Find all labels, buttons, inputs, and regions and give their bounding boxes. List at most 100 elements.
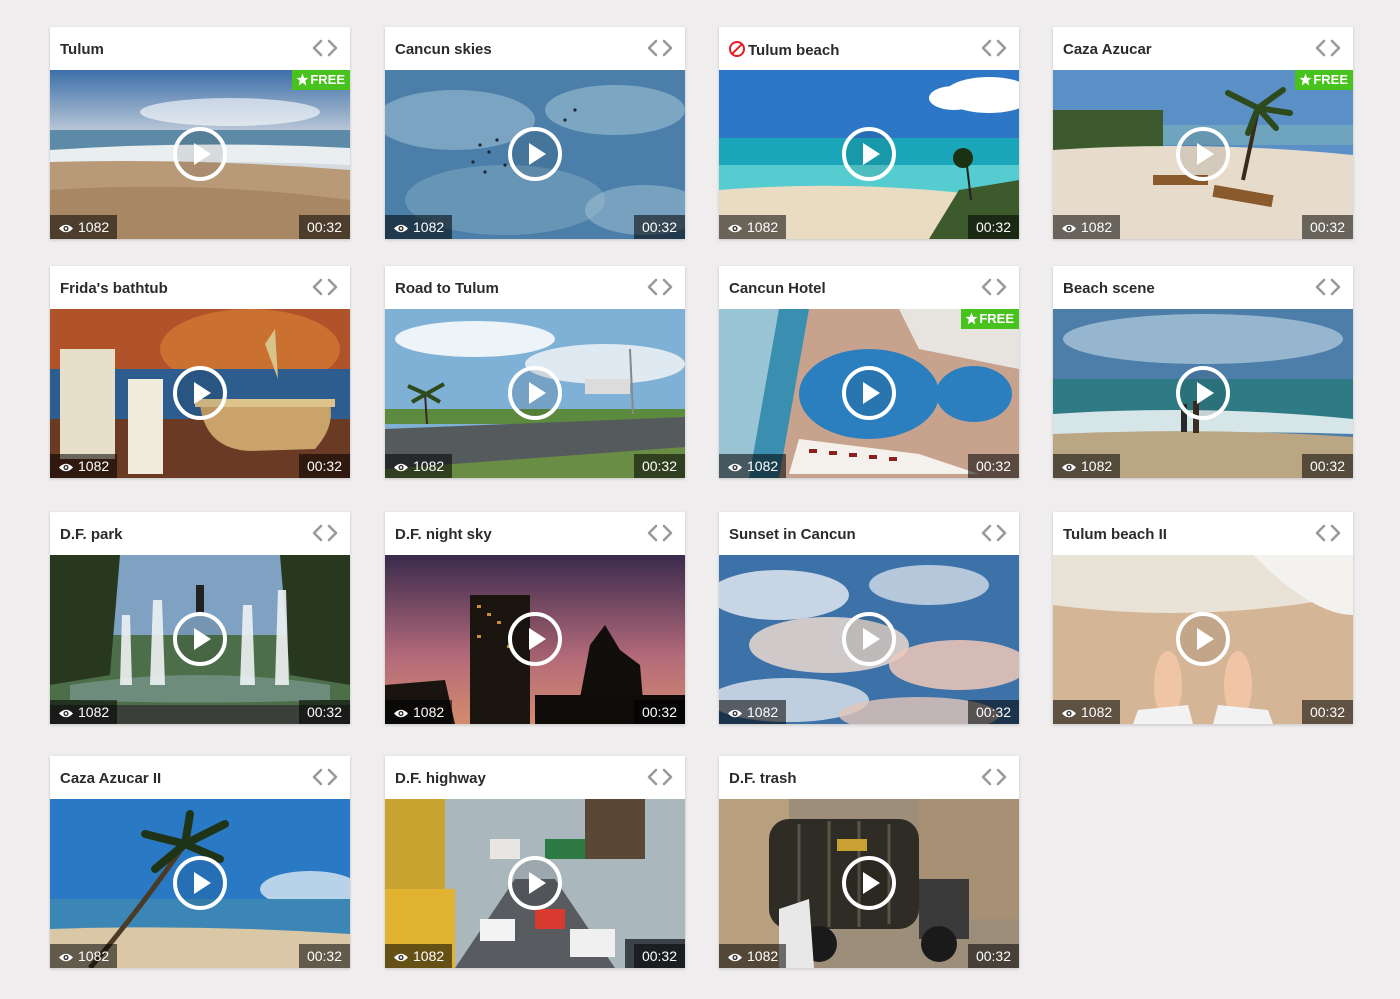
embed-code-button[interactable]	[1313, 275, 1343, 299]
embed-code-button[interactable]	[1313, 36, 1343, 60]
video-title-text: D.F. highway	[395, 770, 486, 787]
video-thumbnail[interactable]: 1082 00:32	[719, 555, 1019, 724]
code-icon	[310, 36, 340, 60]
video-title[interactable]: Tulum beach II	[1063, 526, 1167, 543]
play-button[interactable]	[841, 126, 897, 182]
video-title[interactable]: D.F. trash	[729, 770, 797, 787]
video-thumbnail[interactable]: FREE 1082 00:32	[1053, 70, 1353, 239]
embed-code-button[interactable]	[979, 275, 1009, 299]
play-button[interactable]	[507, 126, 563, 182]
eye-icon	[727, 217, 743, 239]
video-card[interactable]: Frida's bathtub 1082 00:32	[50, 266, 350, 478]
embed-code-button[interactable]	[310, 275, 340, 299]
play-button[interactable]	[841, 611, 897, 667]
video-card[interactable]: Cancun Hotel FREE 1082 00:32	[719, 266, 1019, 478]
video-thumbnail[interactable]: 1082 00:32	[719, 70, 1019, 239]
view-count: 1082	[385, 454, 453, 478]
code-icon	[979, 275, 1009, 299]
code-icon	[979, 765, 1009, 789]
free-label: FREE	[979, 311, 1014, 326]
play-button[interactable]	[507, 365, 563, 421]
video-title[interactable]: Beach scene	[1063, 280, 1155, 297]
video-thumbnail[interactable]: 1082 00:32	[385, 799, 685, 968]
view-count-value: 1082	[747, 219, 779, 235]
view-count: 1082	[50, 454, 118, 478]
video-title[interactable]: Frida's bathtub	[60, 280, 168, 297]
play-button[interactable]	[172, 365, 228, 421]
play-button[interactable]	[841, 855, 897, 911]
video-title[interactable]: Tulum beach	[729, 41, 839, 59]
video-card[interactable]: Tulum beach II 1082 00:32	[1053, 512, 1353, 724]
play-icon	[841, 612, 897, 671]
video-thumbnail[interactable]: 1082 00:32	[385, 309, 685, 478]
video-thumbnail[interactable]: 1082 00:32	[385, 555, 685, 724]
video-card[interactable]: Cancun skies 1082 00:32	[385, 27, 685, 239]
video-card[interactable]: Sunset in Cancun 1082 00:32	[719, 512, 1019, 724]
embed-code-button[interactable]	[310, 36, 340, 60]
view-count: 1082	[1053, 215, 1121, 239]
view-count-value: 1082	[1081, 704, 1113, 720]
video-title[interactable]: Tulum	[60, 41, 104, 58]
play-button[interactable]	[172, 855, 228, 911]
card-header: Sunset in Cancun	[719, 512, 1019, 555]
video-card[interactable]: Road to Tulum 1082 00:32	[385, 266, 685, 478]
card-header: Caza Azucar	[1053, 27, 1353, 70]
play-button[interactable]	[841, 365, 897, 421]
video-card[interactable]: D.F. highway 1082 00:32	[385, 756, 685, 968]
free-label: FREE	[310, 72, 345, 87]
embed-code-button[interactable]	[979, 36, 1009, 60]
video-title-text: Road to Tulum	[395, 280, 499, 297]
embed-code-button[interactable]	[979, 765, 1009, 789]
embed-code-button[interactable]	[979, 521, 1009, 545]
video-title[interactable]: D.F. highway	[395, 770, 486, 787]
video-title[interactable]: Cancun Hotel	[729, 280, 826, 297]
video-title[interactable]: D.F. park	[60, 526, 123, 543]
video-card[interactable]: Tulum FREE 1082 00:32	[50, 27, 350, 239]
video-duration: 00:32	[633, 454, 685, 478]
video-title[interactable]: Road to Tulum	[395, 280, 499, 297]
play-button[interactable]	[507, 611, 563, 667]
video-title[interactable]: Caza Azucar II	[60, 770, 161, 787]
view-count-value: 1082	[413, 458, 445, 474]
play-button[interactable]	[1175, 365, 1231, 421]
video-title-text: Sunset in Cancun	[729, 526, 856, 543]
video-card[interactable]: D.F. night sky 1082 00:32	[385, 512, 685, 724]
video-thumbnail[interactable]: 1082 00:32	[50, 555, 350, 724]
card-header: Frida's bathtub	[50, 266, 350, 309]
video-title-text: Tulum	[60, 41, 104, 58]
play-button[interactable]	[172, 611, 228, 667]
video-thumbnail[interactable]: 1082 00:32	[50, 799, 350, 968]
embed-code-button[interactable]	[310, 521, 340, 545]
video-thumbnail[interactable]: 1082 00:32	[385, 70, 685, 239]
code-icon	[1313, 36, 1343, 60]
embed-code-button[interactable]	[645, 36, 675, 60]
video-thumbnail[interactable]: FREE 1082 00:32	[50, 70, 350, 239]
video-thumbnail[interactable]: 1082 00:32	[50, 309, 350, 478]
video-thumbnail[interactable]: 1082 00:32	[1053, 309, 1353, 478]
video-card[interactable]: D.F. park 1082 00:32	[50, 512, 350, 724]
play-button[interactable]	[172, 126, 228, 182]
video-card[interactable]: Tulum beach 1082 00:32	[719, 27, 1019, 239]
video-title-text: Cancun skies	[395, 41, 492, 58]
embed-code-button[interactable]	[645, 765, 675, 789]
play-button[interactable]	[507, 855, 563, 911]
video-title[interactable]: D.F. night sky	[395, 526, 492, 543]
eye-icon	[393, 456, 409, 478]
play-button[interactable]	[1175, 126, 1231, 182]
video-thumbnail[interactable]: 1082 00:32	[1053, 555, 1353, 724]
video-title[interactable]: Cancun skies	[395, 41, 492, 58]
embed-code-button[interactable]	[645, 521, 675, 545]
video-card[interactable]: Caza Azucar FREE 1082 00:32	[1053, 27, 1353, 239]
video-thumbnail[interactable]: 1082 00:32	[719, 799, 1019, 968]
embed-code-button[interactable]	[310, 765, 340, 789]
video-title[interactable]: Caza Azucar	[1063, 41, 1152, 58]
video-card[interactable]: Caza Azucar II 1082 00:32	[50, 756, 350, 968]
embed-code-button[interactable]	[645, 275, 675, 299]
embed-code-button[interactable]	[1313, 521, 1343, 545]
card-header: Tulum	[50, 27, 350, 70]
video-card[interactable]: D.F. trash 1082 00:32	[719, 756, 1019, 968]
video-card[interactable]: Beach scene 1082 00:32	[1053, 266, 1353, 478]
video-title[interactable]: Sunset in Cancun	[729, 526, 856, 543]
video-thumbnail[interactable]: FREE 1082 00:32	[719, 309, 1019, 478]
play-button[interactable]	[1175, 611, 1231, 667]
